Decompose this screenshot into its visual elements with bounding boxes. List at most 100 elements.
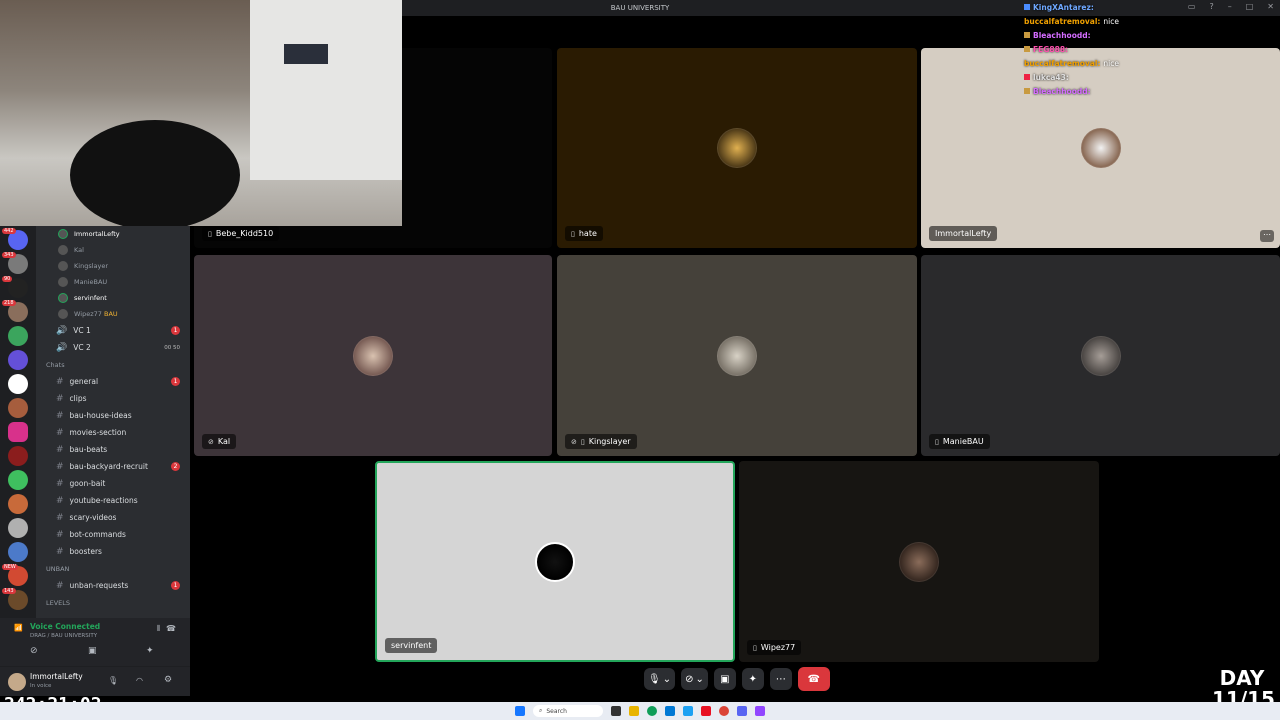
search-icon: ⌕ [539,707,543,714]
participant-nametag: ▯ Wipez77 [747,640,802,655]
voice-user[interactable]: ManieBAU [36,274,190,290]
edge-icon[interactable] [683,706,693,716]
app-icon[interactable] [701,706,711,716]
share-screen-button[interactable]: ▣ [713,668,736,690]
headphones-icon[interactable]: ◠ [136,676,143,685]
camera-button[interactable]: ⊘ ⌄ [681,668,708,690]
chat-message: Bleachhoodd: [1024,28,1264,42]
voice-channel[interactable]: 🔊 VC 11 [36,322,190,339]
hash-icon: # [56,444,64,455]
badge-icon [1024,32,1030,38]
server-icon[interactable] [8,446,28,466]
speaker-icon: 🔊 [56,325,68,336]
voice-user[interactable]: ImmortalLefty [36,226,190,242]
avatar [353,335,393,376]
server-icon[interactable]: 218 [2,300,28,322]
voice-user-tag: BAU [103,310,118,318]
microphone-button[interactable]: 🎙 ⌄ [644,668,676,690]
server-icon[interactable]: 143 [2,588,28,610]
activities-icon: ✦ [748,673,758,685]
start-icon[interactable] [515,706,525,716]
avatar[interactable] [8,673,26,691]
text-channel[interactable]: # unban-requests 1 [36,577,190,594]
hash-icon: # [56,427,64,438]
file-explorer-icon[interactable] [629,706,639,716]
server-icon[interactable] [8,350,28,370]
video-tile-speaking[interactable]: servinfent [375,461,735,662]
server-icon[interactable] [8,518,28,538]
video-tile[interactable]: ▯ Wipez77 [739,461,1099,662]
server-icon[interactable]: 343 [2,252,28,274]
voice-location[interactable]: DRAG / BAU UNIVERSITY [30,633,97,639]
video-tile[interactable]: ⊘ Kal [194,255,552,456]
taskbar-search[interactable]: ⌕ Search [533,705,603,717]
video-tile[interactable]: ▯ ManieBAU [921,255,1280,456]
server-icon[interactable] [8,326,28,346]
text-channel[interactable]: # bot-commands [36,526,190,543]
server-icon[interactable] [8,422,28,442]
webcam-overlay [0,0,402,226]
text-channel[interactable]: # youtube-reactions [36,492,190,509]
noise-suppression-icon[interactable]: ⫴ [157,624,160,634]
text-channel[interactable]: # scary-videos [36,509,190,526]
more-button[interactable]: ⋯ [769,668,792,690]
text-channel[interactable]: # movies-section [36,424,190,441]
server-icon[interactable]: 442 [2,228,28,250]
server-icon[interactable] [8,374,28,394]
chrome-icon[interactable] [719,706,729,716]
screen-share-icon[interactable]: ▣ [88,646,102,660]
mic-muted-icon: ⊘ [208,437,214,446]
signal-icon: 📶 [14,624,23,632]
video-tile[interactable]: ▯ hate [557,48,917,248]
webcam-person [70,120,240,226]
activities-icon[interactable]: ✦ [146,646,160,660]
server-icon[interactable] [8,398,28,418]
text-channel[interactable]: # clips [36,390,190,407]
chat-message: KingXAntarez: [1024,0,1264,14]
microphone-icon: 🎙 [648,673,661,685]
category-unban[interactable]: UNBAN [36,560,190,577]
text-channel[interactable]: # general 1 [36,373,190,390]
webcam-screen [284,44,328,64]
text-channel[interactable]: # bau-backyard-recruit 2 [36,458,190,475]
text-channel[interactable]: # boosters [36,543,190,560]
discord-icon[interactable] [737,706,747,716]
category-levels[interactable]: LEVELS [36,594,190,611]
unread-badge: 1 [171,377,180,386]
activities-button[interactable]: ✦ [741,668,764,690]
voice-user[interactable]: Kingslayer [36,258,190,274]
video-tile[interactable]: ⊘ ▯ Kingslayer [557,255,917,456]
disconnect-icon[interactable]: ☎ [166,624,176,633]
avatar [1080,128,1121,168]
server-icon[interactable]: NEW [2,564,28,586]
disconnect-button[interactable]: ☎ [797,667,830,691]
close-icon[interactable]: ✕ [1267,2,1274,11]
text-channel[interactable]: # goon-bait [36,475,190,492]
voice-user[interactable]: Wipez77 BAU [36,306,190,322]
server-icon[interactable]: 90 [2,276,28,298]
task-view-icon[interactable] [611,706,621,716]
twitch-icon[interactable] [755,706,765,716]
store-icon[interactable] [665,706,675,716]
voice-user[interactable]: Kal [36,242,190,258]
badge-icon [1024,4,1030,10]
webcam-wall [250,0,402,180]
screen-share-icon: ▣ [720,673,730,685]
microphone-icon[interactable]: 🎙 [108,676,118,685]
category-chats[interactable]: Chats [36,356,190,373]
voice-user[interactable]: servinfent [36,290,190,306]
hash-icon: # [56,495,64,506]
chat-message: lukca43: [1024,70,1264,84]
voice-channel[interactable]: 🔊 VC 2 00 50 [36,339,190,356]
phone-icon: ▯ [753,643,757,652]
text-channel[interactable]: # bau-beats [36,441,190,458]
server-icon[interactable] [8,542,28,562]
browser-icon[interactable] [647,706,657,716]
gear-icon[interactable]: ⚙ [164,675,172,685]
camera-icon[interactable]: ⊘ [30,646,44,660]
more-options-button[interactable]: ⋯ [1260,230,1274,242]
hash-icon: # [56,376,64,387]
server-icon[interactable] [8,470,28,490]
server-icon[interactable] [8,494,28,514]
text-channel[interactable]: # bau-house-ideas [36,407,190,424]
